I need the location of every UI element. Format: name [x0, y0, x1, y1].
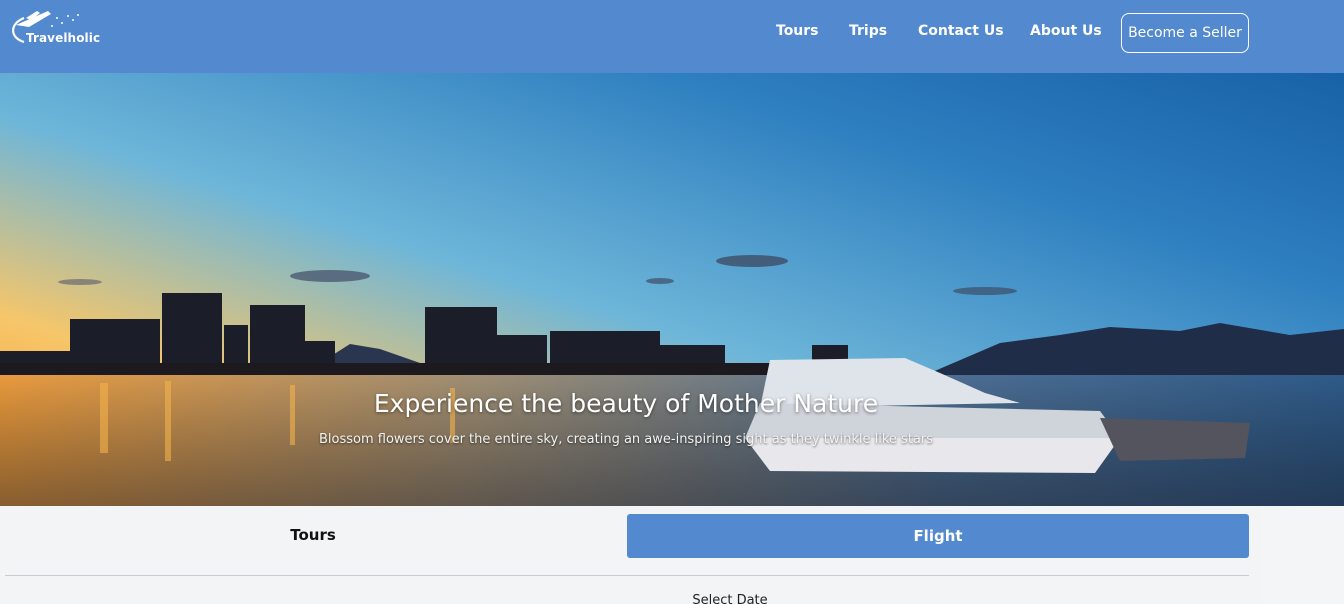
tab-flight[interactable]: Flight — [627, 514, 1249, 558]
tab-tours[interactable]: Tours — [0, 507, 626, 563]
select-date-label: Select Date — [692, 593, 768, 604]
nav-about-us[interactable]: About Us — [1030, 23, 1102, 39]
nav-trips[interactable]: Trips — [849, 23, 887, 39]
nav-contact-us[interactable]: Contact Us — [918, 23, 1004, 39]
booking-panel: Tours Flight Select Date — [0, 507, 1260, 604]
nav-tours[interactable]: Tours — [776, 23, 819, 39]
top-navbar: Travelholic Tours Trips Contact Us About… — [0, 0, 1344, 73]
divider — [5, 575, 1249, 576]
hero-subtitle: Blossom flowers cover the entire sky, cr… — [318, 432, 934, 447]
brand-name: Travelholic — [26, 31, 101, 45]
hero-title: Experience the beauty of Mother Nature — [373, 389, 879, 418]
brand-logo[interactable]: Travelholic — [4, 6, 114, 52]
airplane-icon — [12, 11, 79, 44]
become-seller-button[interactable]: Become a Seller — [1121, 13, 1249, 53]
hero-banner: Experience the beauty of Mother Nature B… — [0, 73, 1344, 506]
